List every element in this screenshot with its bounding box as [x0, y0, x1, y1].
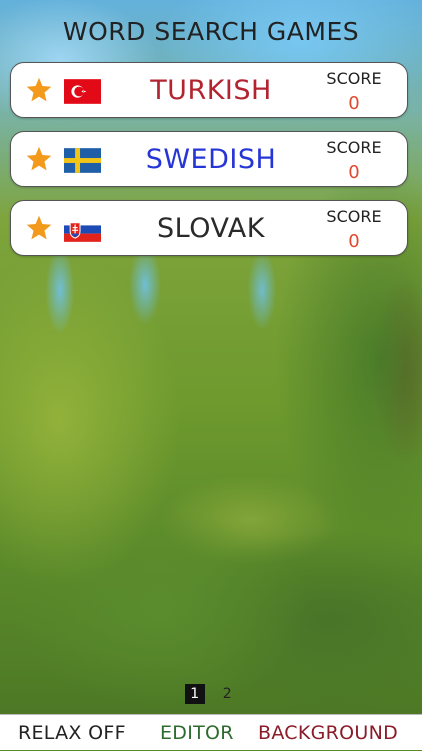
star-icon[interactable] [25, 145, 53, 173]
background-button[interactable]: BACKGROUND [258, 715, 398, 751]
turkey-flag-icon [64, 79, 101, 104]
score-label: SCORE [326, 69, 382, 88]
slovakia-flag-icon [64, 217, 101, 242]
score-value: 0 [348, 231, 360, 252]
language-name: TURKISH [150, 75, 272, 106]
score-label: SCORE [326, 138, 382, 157]
language-name: SLOVAK [157, 213, 265, 244]
score-value: 0 [348, 162, 360, 183]
language-name: SWEDISH [145, 144, 277, 175]
page-2-button[interactable]: 2 [217, 684, 237, 704]
page-indicator: 1 2 [0, 684, 422, 704]
star-icon[interactable] [25, 214, 53, 242]
editor-button[interactable]: EDITOR [160, 715, 234, 751]
language-card-turkish[interactable]: TURKISH SCORE 0 [10, 62, 408, 118]
bottom-toolbar: RELAX OFF EDITOR BACKGROUND [0, 714, 422, 750]
language-card-slovak[interactable]: SLOVAK SCORE 0 [10, 200, 408, 256]
page-title: WORD SEARCH GAMES [62, 17, 360, 46]
score-value: 0 [348, 93, 360, 114]
star-icon[interactable] [25, 76, 53, 104]
page-1-button[interactable]: 1 [184, 684, 205, 704]
sweden-flag-icon [64, 148, 101, 173]
language-card-swedish[interactable]: SWEDISH SCORE 0 [10, 131, 408, 187]
score-label: SCORE [326, 207, 382, 226]
relax-toggle-button[interactable]: RELAX OFF [18, 715, 126, 751]
